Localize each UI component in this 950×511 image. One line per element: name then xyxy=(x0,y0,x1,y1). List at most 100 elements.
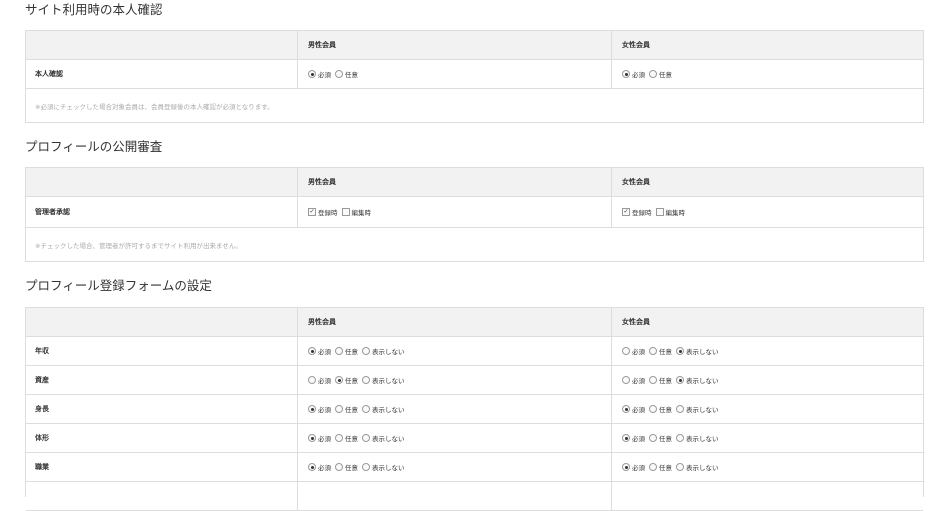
radio-option[interactable]: 任意 xyxy=(335,433,358,443)
option-label: 必須 xyxy=(632,348,645,356)
checkbox-option[interactable]: 編集時 xyxy=(341,207,371,217)
settings-page: サイト利用時の本人確認 男性会員 女性会員 本人確認 必須 任意 必須 任意 ※… xyxy=(0,0,950,511)
radio-option[interactable]: 任意 xyxy=(649,346,672,356)
option-label: 任意 xyxy=(659,377,672,385)
radio-button[interactable] xyxy=(622,405,630,413)
radio-option[interactable]: 必須 xyxy=(622,404,645,414)
radio-button[interactable] xyxy=(335,70,343,78)
radio-option[interactable]: 任意 xyxy=(649,433,672,443)
table-row: 本人確認 必須 任意 必須 任意 xyxy=(26,60,923,89)
header-male: 男性会員 xyxy=(298,308,612,336)
radio-option[interactable]: 表示しない xyxy=(362,433,405,443)
checkbox-option[interactable]: 編集時 xyxy=(655,207,685,217)
radio-option[interactable]: 任意 xyxy=(649,404,672,414)
radio-button[interactable] xyxy=(649,376,657,384)
radio-button[interactable] xyxy=(649,434,657,442)
radio-button[interactable] xyxy=(362,347,370,355)
radio-button[interactable] xyxy=(308,405,316,413)
option-label: 任意 xyxy=(345,435,358,443)
radio-button[interactable] xyxy=(335,376,343,384)
male-options: 必須 任意 表示しない xyxy=(298,366,612,394)
checkbox-option[interactable]: ✓ 登録時 xyxy=(622,207,652,217)
radio-option[interactable]: 表示しない xyxy=(676,462,719,472)
radio-option[interactable]: 表示しない xyxy=(676,404,719,414)
radio-button[interactable] xyxy=(308,463,316,471)
radio-button[interactable] xyxy=(335,463,343,471)
radio-option[interactable]: 任意 xyxy=(335,346,358,356)
radio-option[interactable]: 必須 xyxy=(622,346,645,356)
row-label: 資産 xyxy=(26,366,298,394)
radio-button[interactable] xyxy=(622,70,630,78)
radio-button[interactable] xyxy=(622,434,630,442)
radio-option[interactable]: 表示しない xyxy=(362,375,405,385)
radio-option[interactable]: 任意 xyxy=(335,462,358,472)
radio-button[interactable] xyxy=(622,376,630,384)
radio-button[interactable] xyxy=(308,376,316,384)
table-header: 男性会員 女性会員 xyxy=(26,31,923,60)
radio-option[interactable]: 必須 xyxy=(308,433,331,443)
radio-button[interactable] xyxy=(362,376,370,384)
option-label: 必須 xyxy=(318,71,331,79)
radio-option[interactable]: 任意 xyxy=(335,375,358,385)
radio-button[interactable] xyxy=(362,405,370,413)
option-label: 必須 xyxy=(632,377,645,385)
radio-button[interactable] xyxy=(335,434,343,442)
male-options-empty xyxy=(298,482,612,510)
radio-option[interactable]: 表示しない xyxy=(362,346,405,356)
radio-option[interactable]: 任意 xyxy=(335,404,358,414)
radio-option[interactable]: 必須 xyxy=(308,69,331,79)
row-label: 体形 xyxy=(26,424,298,452)
row-label: 管理者承認 xyxy=(26,197,298,227)
radio-option[interactable]: 任意 xyxy=(649,69,672,79)
checkbox[interactable] xyxy=(655,208,664,216)
radio-button[interactable] xyxy=(622,347,630,355)
radio-button[interactable] xyxy=(676,434,684,442)
radio-button[interactable] xyxy=(676,463,684,471)
radio-button[interactable] xyxy=(308,70,316,78)
checkbox[interactable]: ✓ xyxy=(622,208,630,216)
radio-option[interactable]: 必須 xyxy=(308,404,331,414)
radio-option[interactable]: 表示しない xyxy=(362,462,405,472)
radio-option[interactable]: 表示しない xyxy=(676,375,719,385)
table-row: 資産 必須 任意 表示しない 必須 任意 表示しない xyxy=(26,366,923,395)
radio-option[interactable]: 必須 xyxy=(622,69,645,79)
option-label: 表示しない xyxy=(686,406,719,414)
radio-button[interactable] xyxy=(308,434,316,442)
radio-option[interactable]: 必須 xyxy=(308,462,331,472)
radio-option[interactable]: 必須 xyxy=(622,375,645,385)
section-title-identity: サイト利用時の本人確認 xyxy=(25,2,163,17)
checkbox-option[interactable]: ✓ 登録時 xyxy=(308,207,338,217)
option-label: 登録時 xyxy=(632,209,652,217)
radio-button[interactable] xyxy=(676,347,684,355)
radio-option[interactable]: 表示しない xyxy=(362,404,405,414)
radio-option[interactable]: 任意 xyxy=(649,375,672,385)
radio-button[interactable] xyxy=(335,405,343,413)
radio-button[interactable] xyxy=(649,405,657,413)
radio-button[interactable] xyxy=(676,376,684,384)
radio-button[interactable] xyxy=(362,434,370,442)
option-label: 表示しない xyxy=(686,348,719,356)
radio-option[interactable]: 必須 xyxy=(622,433,645,443)
checkbox[interactable] xyxy=(341,208,350,216)
radio-button[interactable] xyxy=(622,463,630,471)
radio-button[interactable] xyxy=(676,405,684,413)
radio-option[interactable]: 必須 xyxy=(308,375,331,385)
radio-option[interactable]: 必須 xyxy=(622,462,645,472)
female-options-empty xyxy=(612,482,923,510)
radio-button[interactable] xyxy=(649,347,657,355)
option-label: 必須 xyxy=(318,406,331,414)
radio-button[interactable] xyxy=(649,70,657,78)
radio-button[interactable] xyxy=(335,347,343,355)
radio-option[interactable]: 任意 xyxy=(335,69,358,79)
radio-option[interactable]: 任意 xyxy=(649,462,672,472)
radio-button[interactable] xyxy=(649,463,657,471)
radio-button[interactable] xyxy=(362,463,370,471)
radio-option[interactable]: 表示しない xyxy=(676,346,719,356)
radio-button[interactable] xyxy=(308,347,316,355)
radio-option[interactable]: 必須 xyxy=(308,346,331,356)
checkbox[interactable]: ✓ xyxy=(308,208,316,216)
option-label: 表示しない xyxy=(372,435,405,443)
radio-option[interactable]: 表示しない xyxy=(676,433,719,443)
option-label: 必須 xyxy=(632,435,645,443)
header-male: 男性会員 xyxy=(298,168,612,196)
